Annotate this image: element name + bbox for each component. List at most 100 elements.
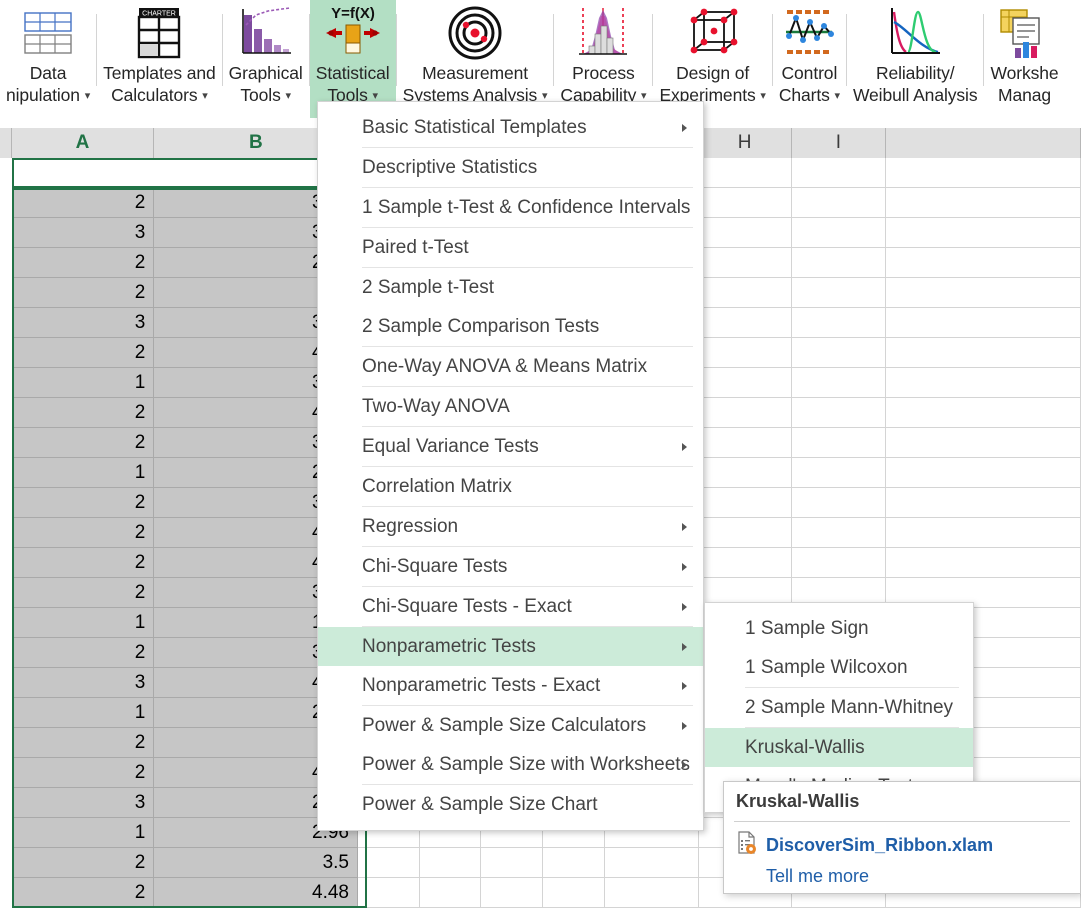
empty-cell[interactable] bbox=[886, 398, 1081, 428]
empty-cell[interactable] bbox=[886, 338, 1081, 368]
empty-cell[interactable] bbox=[605, 878, 699, 908]
data-cell[interactable]: 2 bbox=[12, 878, 154, 908]
ribbon-button-graphical-tools[interactable]: Graphical Tools ▾ bbox=[223, 0, 309, 118]
menu-item-2-sample-mann-whitney[interactable]: 2 Sample Mann-Whitney bbox=[705, 688, 973, 727]
menu-item-chi-square-tests-exact[interactable]: Chi-Square Tests - Exact bbox=[318, 587, 703, 626]
data-cell[interactable]: 2 bbox=[12, 188, 154, 218]
empty-cell[interactable] bbox=[699, 398, 793, 428]
data-cell[interactable]: 1 bbox=[12, 368, 154, 398]
empty-cell[interactable] bbox=[886, 458, 1081, 488]
menu-item-descriptive-statistics[interactable]: Descriptive Statistics bbox=[318, 148, 703, 187]
chevron-down-icon[interactable]: ▾ bbox=[202, 90, 207, 102]
empty-cell[interactable] bbox=[886, 548, 1081, 578]
column-header-h[interactable]: H bbox=[698, 128, 792, 158]
menu-item-two-way-anova[interactable]: Two-Way ANOVA bbox=[318, 387, 703, 426]
data-cell[interactable]: 3.5 bbox=[154, 848, 358, 878]
empty-cell[interactable] bbox=[699, 248, 793, 278]
menu-item-kruskal-wallis[interactable]: Kruskal-Wallis bbox=[705, 728, 973, 767]
empty-cell[interactable] bbox=[792, 308, 886, 338]
empty-cell[interactable] bbox=[792, 248, 886, 278]
data-cell[interactable]: 4.48 bbox=[154, 878, 358, 908]
ribbon-button-data-manipulation[interactable]: Data nipulation ▾ bbox=[0, 0, 96, 118]
empty-cell[interactable] bbox=[886, 278, 1081, 308]
empty-cell[interactable] bbox=[792, 218, 886, 248]
data-cell[interactable]: 2 bbox=[12, 338, 154, 368]
menu-item-2-sample-comparison-tests[interactable]: 2 Sample Comparison Tests bbox=[318, 307, 703, 346]
empty-cell[interactable] bbox=[543, 878, 605, 908]
empty-cell[interactable] bbox=[358, 848, 420, 878]
data-cell[interactable]: 2 bbox=[12, 758, 154, 788]
empty-cell[interactable] bbox=[699, 518, 793, 548]
data-cell[interactable]: 1 bbox=[12, 608, 154, 638]
data-cell[interactable]: 2 bbox=[12, 248, 154, 278]
menu-item-1-sample-sign[interactable]: 1 Sample Sign bbox=[705, 609, 973, 648]
data-cell[interactable]: 2 bbox=[12, 428, 154, 458]
empty-cell[interactable] bbox=[699, 308, 793, 338]
ribbon-button-templates-and-calculators[interactable]: CHARTER Templates and Calculators ▾ bbox=[97, 0, 222, 118]
empty-cell[interactable] bbox=[699, 488, 793, 518]
empty-cell[interactable] bbox=[886, 248, 1081, 278]
menu-item-nonparametric-tests[interactable]: Nonparametric Tests bbox=[318, 627, 703, 666]
empty-cell[interactable] bbox=[420, 848, 482, 878]
menu-item-chi-square-tests[interactable]: Chi-Square Tests bbox=[318, 547, 703, 586]
chevron-down-icon[interactable]: ▾ bbox=[85, 90, 90, 102]
data-cell[interactable]: 1 bbox=[12, 458, 154, 488]
empty-cell[interactable] bbox=[792, 428, 886, 458]
column-header-i[interactable]: I bbox=[792, 128, 886, 158]
data-cell[interactable]: 2 bbox=[12, 398, 154, 428]
empty-cell[interactable] bbox=[699, 188, 793, 218]
empty-cell[interactable] bbox=[886, 188, 1081, 218]
empty-cell[interactable] bbox=[481, 848, 543, 878]
ribbon-button-control-charts[interactable]: Control Charts ▾ bbox=[773, 0, 846, 118]
empty-cell[interactable] bbox=[886, 518, 1081, 548]
empty-cell[interactable] bbox=[699, 458, 793, 488]
chevron-down-icon[interactable]: ▾ bbox=[286, 90, 291, 102]
data-cell[interactable]: 2 bbox=[12, 638, 154, 668]
menu-item-1-sample-wilcoxon[interactable]: 1 Sample Wilcoxon bbox=[705, 648, 973, 687]
menu-item-regression[interactable]: Regression bbox=[318, 507, 703, 546]
data-cell[interactable]: 2 bbox=[12, 848, 154, 878]
empty-cell[interactable] bbox=[605, 848, 699, 878]
empty-cell[interactable] bbox=[792, 188, 886, 218]
menu-item-nonparametric-tests-exact[interactable]: Nonparametric Tests - Exact bbox=[318, 666, 703, 705]
empty-cell[interactable] bbox=[886, 488, 1081, 518]
column-header-a[interactable]: A bbox=[12, 128, 155, 158]
empty-cell[interactable] bbox=[792, 488, 886, 518]
menu-item-equal-variance-tests[interactable]: Equal Variance Tests bbox=[318, 427, 703, 466]
statistical-tools-dropdown-menu[interactable]: Basic Statistical TemplatesDescriptive S… bbox=[317, 101, 704, 831]
data-cell[interactable]: 3 bbox=[12, 668, 154, 698]
menu-item-correlation-matrix[interactable]: Correlation Matrix bbox=[318, 467, 703, 506]
empty-cell[interactable] bbox=[792, 278, 886, 308]
empty-cell[interactable] bbox=[699, 368, 793, 398]
data-cell[interactable]: 3 bbox=[12, 218, 154, 248]
chevron-down-icon[interactable]: ▾ bbox=[760, 90, 765, 102]
menu-item-one-way-anova-means-matrix[interactable]: One-Way ANOVA & Means Matrix bbox=[318, 347, 703, 386]
data-cell[interactable]: 2 bbox=[12, 278, 154, 308]
empty-cell[interactable] bbox=[699, 548, 793, 578]
data-cell[interactable]: 2 bbox=[12, 578, 154, 608]
data-cell[interactable]: 3 bbox=[12, 308, 154, 338]
header-cell[interactable]: Customer Type bbox=[12, 158, 154, 188]
empty-cell[interactable] bbox=[792, 158, 886, 188]
tooltip-filename[interactable]: DiscoverSim_Ribbon.xlam bbox=[766, 835, 993, 856]
empty-cell[interactable] bbox=[481, 878, 543, 908]
tooltip-tell-me-more-link[interactable]: Tell me more bbox=[724, 860, 1080, 887]
select-all-corner[interactable] bbox=[0, 128, 12, 158]
empty-cell[interactable] bbox=[699, 428, 793, 458]
data-cell[interactable]: 1 bbox=[12, 698, 154, 728]
chevron-down-icon[interactable]: ▾ bbox=[835, 90, 840, 102]
menu-item-power-sample-size-chart[interactable]: Power & Sample Size Chart bbox=[318, 785, 703, 824]
empty-cell[interactable] bbox=[543, 848, 605, 878]
empty-cell[interactable] bbox=[792, 338, 886, 368]
empty-cell[interactable] bbox=[886, 218, 1081, 248]
menu-item-2-sample-t-test[interactable]: 2 Sample t-Test bbox=[318, 268, 703, 307]
empty-cell[interactable] bbox=[886, 158, 1081, 188]
menu-item-1-sample-t-test-confidence-intervals[interactable]: 1 Sample t-Test & Confidence Intervals bbox=[318, 188, 703, 227]
empty-cell[interactable] bbox=[886, 308, 1081, 338]
empty-cell[interactable] bbox=[886, 368, 1081, 398]
empty-cell[interactable] bbox=[792, 548, 886, 578]
menu-item-power-sample-size-with-worksheets[interactable]: Power & Sample Size with Worksheets bbox=[318, 745, 703, 784]
menu-item-basic-statistical-templates[interactable]: Basic Statistical Templates bbox=[318, 108, 703, 147]
data-cell[interactable]: 1 bbox=[12, 818, 154, 848]
empty-cell[interactable] bbox=[699, 158, 793, 188]
